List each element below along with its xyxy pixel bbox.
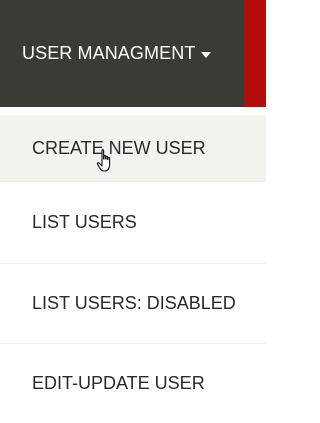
menu-item-edit-update-user[interactable]: EDIT-UPDATE USER: [0, 343, 266, 423]
dropdown-label: USER MANAGMENT: [22, 43, 196, 63]
menu-item-create-new-user[interactable]: CREATE NEW USER: [0, 115, 266, 181]
menu-item-list-users-disabled[interactable]: LIST USERS: DISABLED: [0, 263, 266, 343]
menu-item-label: EDIT-UPDATE USER: [32, 373, 205, 393]
user-management-dropdown-toggle[interactable]: USER MANAGMENT: [0, 0, 244, 107]
menu-item-label: CREATE NEW USER: [32, 137, 206, 158]
caret-down-icon: [201, 52, 212, 58]
menu-item-label: LIST USERS: DISABLED: [32, 293, 236, 313]
accent-strip: [244, 0, 266, 107]
menu-item-label: LIST USERS: [32, 212, 137, 232]
hand-pointer-cursor-icon: [96, 149, 111, 172]
dropdown-menu: CREATE NEW USER LIST USERS LIST USERS: D…: [0, 107, 266, 423]
menu-item-list-users[interactable]: LIST USERS: [0, 181, 266, 263]
